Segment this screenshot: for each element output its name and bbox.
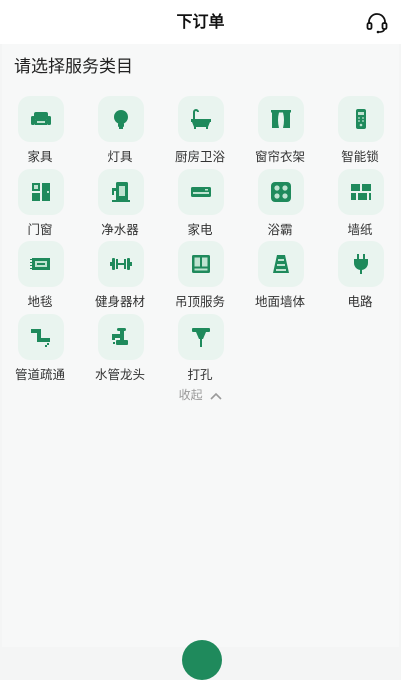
- category-item-faucet[interactable]: 水管龙头: [80, 314, 160, 386]
- app-header: 下订单: [0, 0, 401, 44]
- bulb-icon: [114, 110, 128, 129]
- category-label: 家电: [187, 222, 213, 237]
- ceiling-icon: [192, 255, 210, 273]
- sofa-icon: [31, 112, 51, 125]
- category-item-curtain-rack[interactable]: 窗帘衣架: [240, 96, 320, 168]
- door-window-icon: [32, 183, 50, 201]
- collapse-toggle[interactable]: 收起: [0, 386, 401, 403]
- air-conditioner-icon: [191, 187, 211, 197]
- chevron-up-icon: [210, 392, 222, 400]
- drill-icon: [192, 328, 210, 347]
- category-label: 管道疏通: [14, 367, 65, 382]
- floating-action-button[interactable]: [182, 640, 222, 680]
- collapse-label: 收起: [178, 388, 203, 402]
- category-label: 灯具: [107, 149, 133, 164]
- bathtub-icon: [191, 109, 211, 129]
- category-item-kitchen-bath[interactable]: 厨房卫浴: [160, 96, 240, 168]
- water-purifier-icon: [112, 182, 130, 202]
- category-item-water-purifier[interactable]: 净水器: [80, 169, 160, 241]
- category-item-drilling[interactable]: 打孔: [160, 314, 240, 386]
- category-label: 浴霸: [267, 222, 293, 237]
- category-item-floor-wall[interactable]: 地面墙体: [240, 241, 320, 313]
- headset-icon[interactable]: [365, 11, 389, 35]
- section-title: 请选择服务类目: [14, 57, 133, 77]
- category-item-appliances[interactable]: 家电: [160, 169, 240, 241]
- pipe-icon: [31, 329, 50, 347]
- category-label: 门窗: [27, 222, 53, 237]
- category-item-smart-lock[interactable]: 智能锁: [320, 96, 400, 168]
- category-label: 净水器: [101, 222, 139, 237]
- category-label: 地毯: [27, 294, 53, 309]
- category-label: 地面墙体: [254, 294, 305, 309]
- category-label: 智能锁: [341, 149, 379, 164]
- category-item-ceiling[interactable]: 吊顶服务: [160, 241, 240, 313]
- smart-lock-icon: [356, 109, 366, 129]
- category-label: 墙纸: [347, 222, 373, 237]
- category-label: 水管龙头: [94, 367, 145, 382]
- category-item-furniture[interactable]: 家具: [0, 96, 80, 168]
- page-title: 下订单: [176, 12, 225, 31]
- carpet-icon: [30, 258, 50, 270]
- category-item-wallpaper[interactable]: 墙纸: [320, 169, 400, 241]
- category-item-lamps[interactable]: 灯具: [80, 96, 160, 168]
- category-item-circuit[interactable]: 电路: [320, 241, 400, 313]
- floor-wall-icon: [273, 255, 289, 273]
- wallpaper-icon: [351, 184, 371, 200]
- category-item-pipe-dredging[interactable]: 管道疏通: [0, 314, 80, 386]
- faucet-icon: [112, 328, 128, 345]
- category-label: 家具: [27, 149, 53, 164]
- plug-icon: [354, 254, 368, 274]
- category-item-doors-windows[interactable]: 门窗: [0, 169, 80, 241]
- category-label: 窗帘衣架: [254, 149, 305, 164]
- category-label: 厨房卫浴: [174, 149, 225, 164]
- category-label: 吊顶服务: [174, 294, 225, 309]
- category-label: 电路: [347, 294, 373, 309]
- category-item-bath-heater[interactable]: 浴霸: [240, 169, 320, 241]
- category-label: 健身器材: [94, 294, 145, 309]
- category-item-fitness[interactable]: 健身器材: [80, 241, 160, 313]
- category-label: 打孔: [187, 367, 213, 382]
- dumbbell-icon: [110, 258, 132, 270]
- category-item-carpet[interactable]: 地毯: [0, 241, 80, 313]
- bath-heater-icon: [271, 182, 291, 202]
- curtain-icon: [271, 110, 291, 128]
